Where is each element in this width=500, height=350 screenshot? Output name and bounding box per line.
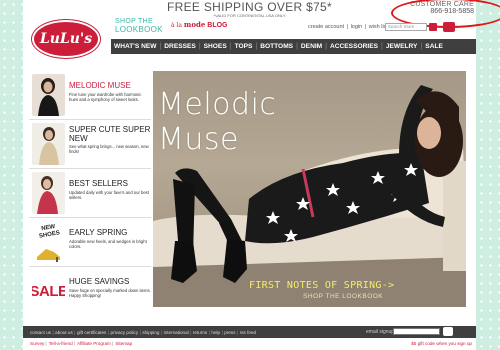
search-button[interactable] [429,23,437,31]
page: FREE SHIPPING OVER $75* *VALID FOR CONTI… [23,0,500,350]
footer-press-link[interactable]: press [224,330,235,335]
promo-early-spring[interactable]: NEW SHOES EARLY SPRING Adorable new heel… [29,218,151,267]
blog-link[interactable]: à la mode BLOG [171,20,228,29]
promo-thumbnail [32,123,65,165]
email-signup-input[interactable] [393,328,440,335]
nav-tops[interactable]: TOPS [235,43,253,50]
footer-shipping-link[interactable]: shipping [142,330,159,335]
nav-sale[interactable]: SALE [425,43,443,50]
nav-jewelry[interactable]: JEWELRY [386,43,418,50]
promo-thumbnail [32,74,65,116]
affiliate-link[interactable]: Affiliate Program [77,341,111,346]
logo-text: LuLu's [39,31,93,47]
footer-gift-certificates-link[interactable]: gift certificates [77,330,106,335]
promo-description: Save huge on specially marked down items… [69,288,151,298]
footer-about-link[interactable]: about us [55,330,73,335]
nav-dresses[interactable]: DRESSES [164,43,196,50]
footer-help-link[interactable]: help [211,330,220,335]
tell-a-friend-link[interactable]: Tell-a-friend [49,341,73,346]
footer-contact-link[interactable]: contact us [30,330,51,335]
promo-title: SUPER CUTE SUPER NEW [69,125,151,143]
nav-shoes[interactable]: SHOES [204,43,227,50]
sub-footer-links: Survey| Tell-a-friend| Affiliate Program… [30,341,133,346]
nav-denim[interactable]: DENIM [301,43,322,50]
promo-melodic-muse[interactable]: MELODIC MUSE Fine tune your wardrobe wit… [29,71,151,120]
footer-privacy-link[interactable]: privacy policy [111,330,139,335]
gift-code-text[interactable]: $5 gift code when you sign up [411,341,472,346]
search-input[interactable]: Search Store [385,23,427,31]
promo-title: MELODIC MUSE [69,81,131,90]
main-nav: WHAT'S NEW | DRESSES | SHOES | TOPS | BOTTOM… [111,39,476,54]
shop-lookbook-cta[interactable]: SHOP THE LOOKBOOK [303,293,383,300]
email-signup-button[interactable] [443,327,453,336]
survey-link[interactable]: Survey [30,341,44,346]
promo-description: Fine tune your wardrobe with harmonic hu… [69,92,142,102]
promo-thumbnail [32,172,65,214]
promo-thumbnail: NEW SHOES [32,221,65,263]
promo-super-cute[interactable]: SUPER CUTE SUPER NEW See what spring bri… [29,120,151,169]
utility-links: create account | login | wish list | [308,24,392,30]
footer-rss-link[interactable]: rss feed [240,330,256,335]
sidebar-promos: MELODIC MUSE Fine tune your wardrobe wit… [29,71,151,316]
promo-title: HUGE SAVINGS [69,277,130,286]
blog-word: mode [183,20,206,29]
hero-banner[interactable]: Melodic Muse FIRST NOTES OF SPRING-> SHO… [153,71,466,307]
promo-best-sellers[interactable]: BEST SELLERS Updated daily with your fav… [29,169,151,218]
lookbook-label: LOOKBOOK [115,25,163,34]
blog-label: BLOG [207,22,228,29]
footer-international-link[interactable]: international [164,330,189,335]
promo-description: Adorable new heels, and wedges in bright… [69,239,147,249]
create-account-link[interactable]: create account [308,24,344,30]
sitemap-link[interactable]: Sitemap [115,341,132,346]
footer-returns-link[interactable]: returns [193,330,207,335]
blog-prefix: à la [171,22,182,29]
hero-title: Melodic Muse [158,87,277,157]
nav-bottoms[interactable]: BOTTOMS [260,43,293,50]
promo-thumbnail: SALE [32,270,65,312]
email-signup-label: email signup [366,329,395,335]
nav-whats-new[interactable]: WHAT'S NEW [114,43,156,50]
promo-description: See what spring brings... new season, ne… [69,144,149,154]
sale-badge: SALE [32,282,65,300]
promo-description: Updated daily with your fave's and our b… [69,190,149,200]
hero-subtitle: FIRST NOTES OF SPRING-> [249,280,395,291]
footer-bar: contact us | about us | gift certificates |… [23,326,476,338]
shopping-bag-icon[interactable] [443,22,455,32]
promo-huge-savings[interactable]: SALE HUGE SAVINGS Save huge on specially… [29,267,151,316]
lulus-logo[interactable]: LuLu's [32,20,100,58]
promo-title: EARLY SPRING [69,228,128,237]
login-link[interactable]: login [351,24,363,30]
shop-lookbook-link[interactable]: SHOP THE LOOKBOOK [115,18,163,34]
promo-title: BEST SELLERS [69,179,128,188]
nav-accessories[interactable]: ACCESSORIES [330,43,378,50]
